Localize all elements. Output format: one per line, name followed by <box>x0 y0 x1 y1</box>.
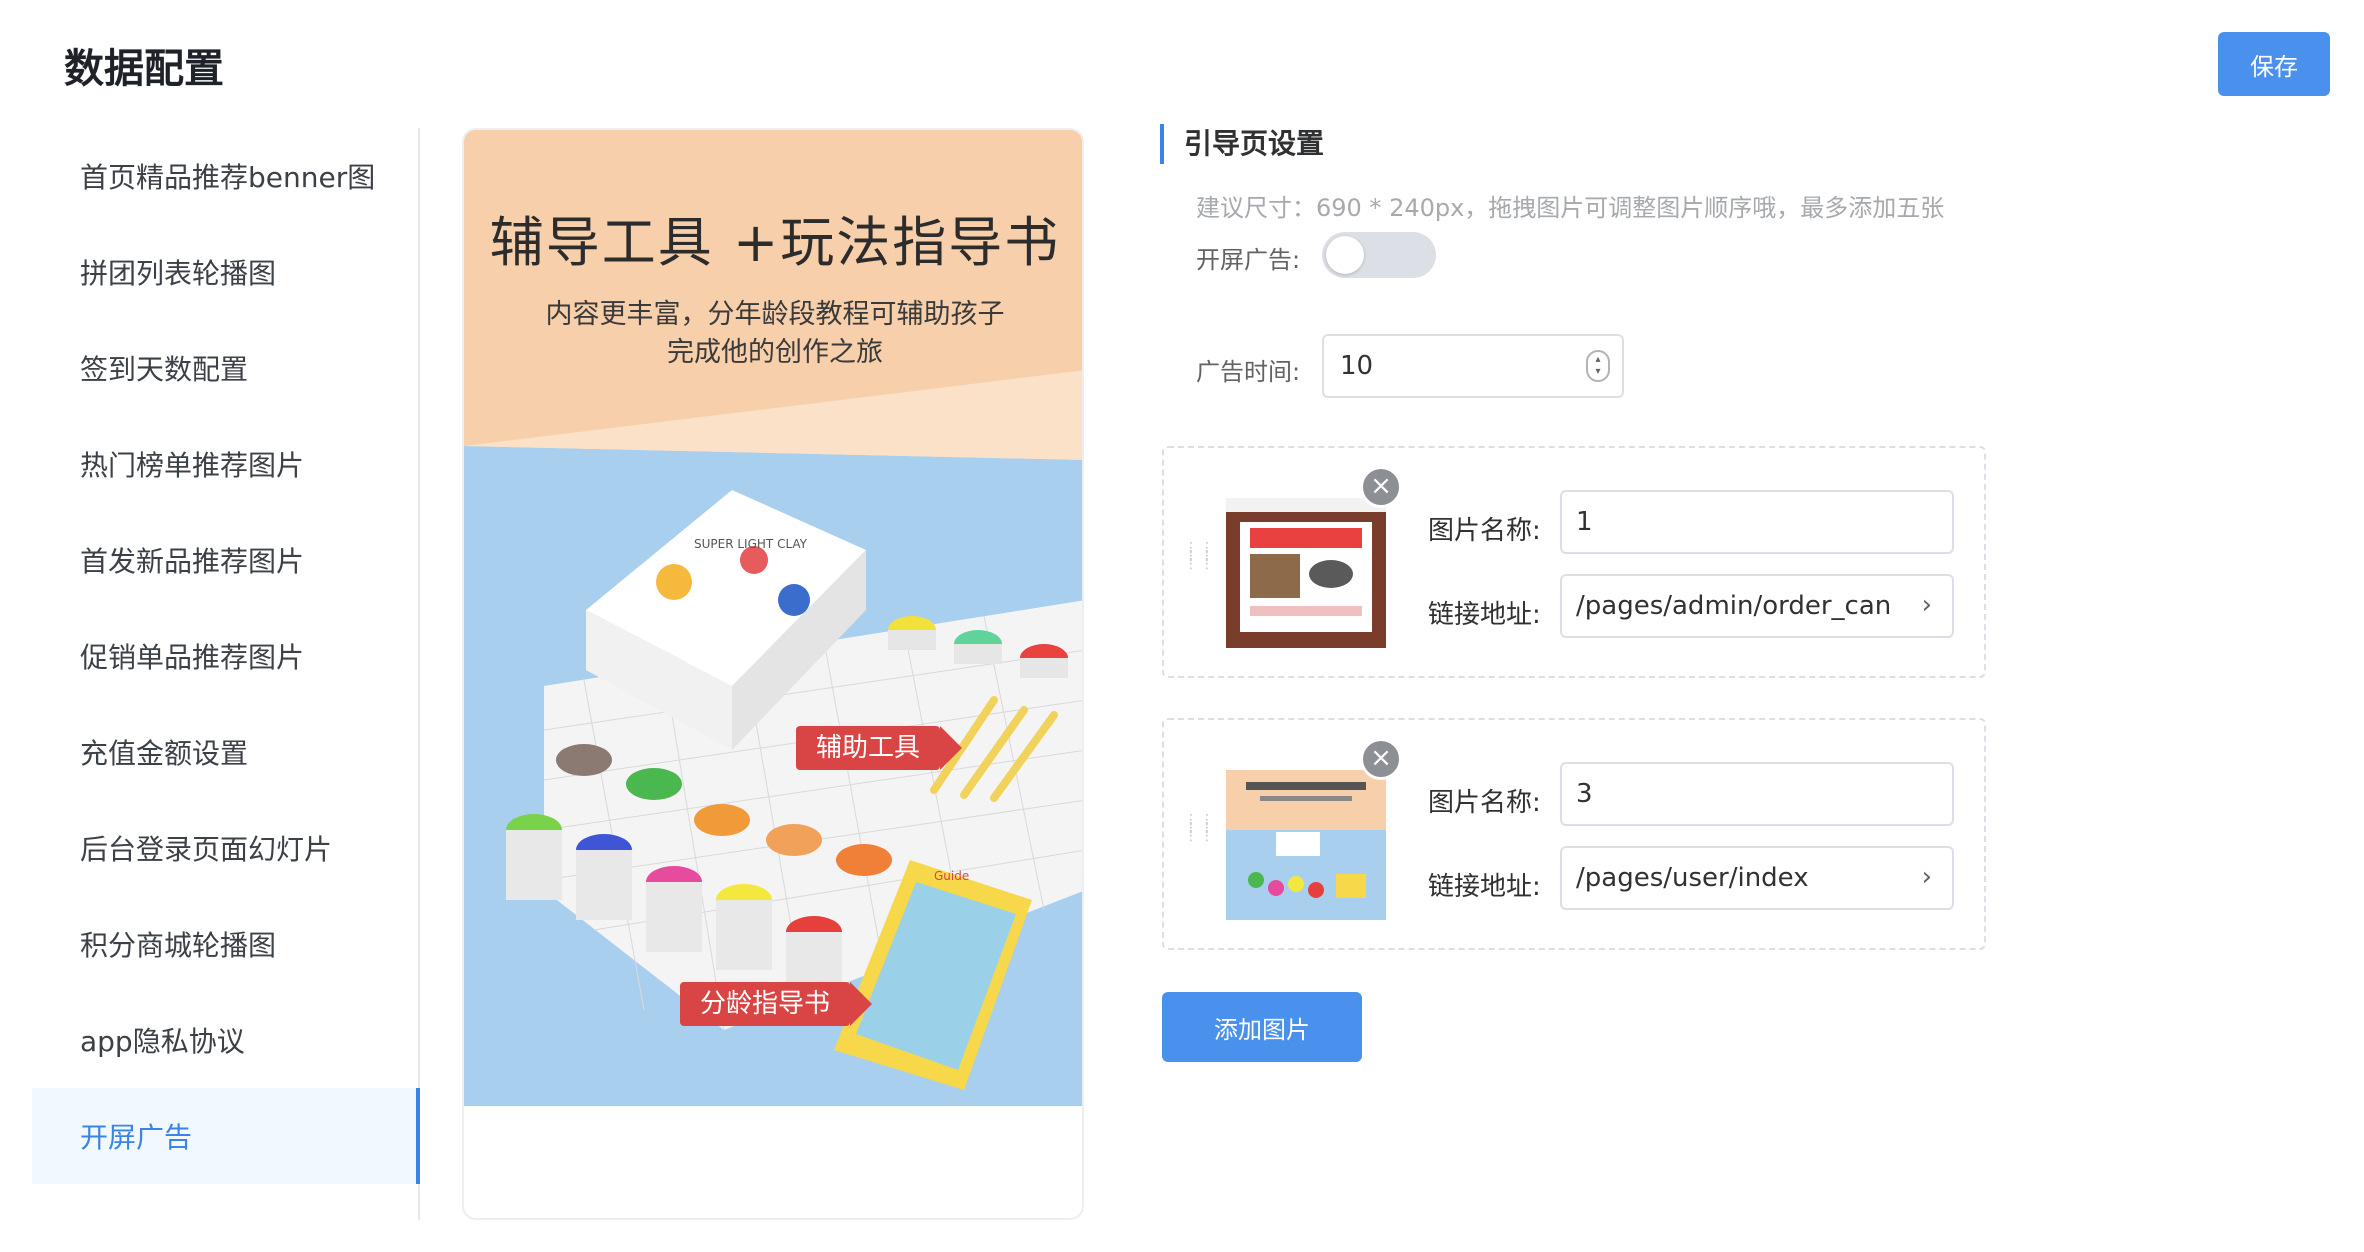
phone-preview: SUPER LIGHT CLAY Guide 辅导工具 +玩法指导书 内容更丰富… <box>462 128 1084 1220</box>
image-name-input-2[interactable] <box>1562 764 1952 824</box>
poster-subtitle-1: 内容更丰富，分年龄段教程可辅助孩子 <box>545 299 1005 330</box>
size-hint: 建议尺寸：690 * 240px，拖拽图片可调整图片顺序哦，最多添加五张 <box>1196 194 1945 222</box>
sidebar: 首页精品推荐benner图 拼团列表轮播图 签到天数配置 热门榜单推荐图片 首发… <box>32 128 420 1220</box>
drag-handle-icon[interactable]: ⋮⋮ ⋮⋮ ⋮⋮ <box>1184 541 1214 592</box>
section-title: 引导页设置 <box>1160 124 1324 164</box>
sidebar-item-splash-ad[interactable]: 开屏广告 <box>32 1088 420 1184</box>
sidebar-item-privacy[interactable]: app隐私协议 <box>32 992 418 1088</box>
image-card-2: ⋮⋮⋮⋮⋮⋮ × 图片名称: 链接地址: /pages/user/index › <box>1162 718 1986 950</box>
sidebar-item-home-banner[interactable]: 首页精品推荐benner图 <box>32 128 418 224</box>
drag-handle-icon[interactable]: ⋮⋮ ⋮⋮ ⋮⋮ <box>1184 813 1214 864</box>
image-thumbnail-1 <box>1226 498 1386 648</box>
sidebar-item-recharge[interactable]: 充值金额设置 <box>32 704 418 800</box>
tag-tools: 辅助工具 <box>796 726 963 770</box>
book-text: Guide <box>934 869 969 883</box>
stepper-arrows-icon[interactable]: ▴ ▾ <box>1586 350 1610 382</box>
chevron-right-icon: › <box>1921 590 1932 620</box>
link-value-2: /pages/user/index <box>1576 863 1809 893</box>
ad-time-label: 广告时间: <box>1196 358 1301 386</box>
tag-guide: 分龄指导书 <box>680 982 873 1026</box>
image-name-label: 图片名称: <box>1428 516 1541 546</box>
toggle-knob <box>1326 236 1364 274</box>
splash-toggle[interactable] <box>1322 232 1436 278</box>
link-label: 链接地址: <box>1428 600 1541 630</box>
sidebar-item-promotion[interactable]: 促销单品推荐图片 <box>32 608 418 704</box>
ad-time-input[interactable] <box>1324 336 1574 396</box>
image-name-label: 图片名称: <box>1428 788 1541 818</box>
box-text: SUPER LIGHT CLAY <box>694 537 808 551</box>
splash-preview-image: SUPER LIGHT CLAY Guide 辅导工具 +玩法指导书 内容更丰富… <box>464 130 1082 1106</box>
close-icon[interactable]: × <box>1360 466 1402 508</box>
poster-title: 辅导工具 +玩法指导书 <box>489 211 1061 274</box>
sidebar-item-points-carousel[interactable]: 积分商城轮播图 <box>32 896 418 992</box>
save-button[interactable]: 保存 <box>2218 32 2330 96</box>
image-card-1: ⋮⋮⋮⋮⋮⋮ × 图片名称: 链接地址: /pages/admin/order_… <box>1162 446 1986 678</box>
sidebar-item-checkin-days[interactable]: 签到天数配置 <box>32 320 418 416</box>
close-icon[interactable]: × <box>1360 738 1402 780</box>
page-title: 数据配置 <box>64 46 224 92</box>
ad-time-stepper: ▴▾ <box>1322 334 1624 398</box>
sidebar-item-hot-list[interactable]: 热门榜单推荐图片 <box>32 416 418 512</box>
image-name-field-2 <box>1560 762 1954 826</box>
poster-subtitle-2: 完成他的创作之旅 <box>667 337 883 368</box>
image-name-field-1 <box>1560 490 1954 554</box>
link-value-1: /pages/admin/order_cancellation/index <box>1576 591 1892 621</box>
sidebar-item-group-carousel[interactable]: 拼团列表轮播图 <box>32 224 418 320</box>
sidebar-item-login-slides[interactable]: 后台登录页面幻灯片 <box>32 800 418 896</box>
chevron-right-icon: › <box>1921 862 1932 892</box>
link-label: 链接地址: <box>1428 872 1541 902</box>
link-field-1[interactable]: /pages/admin/order_cancellation/index › <box>1560 574 1954 638</box>
add-image-button[interactable]: 添加图片 <box>1162 992 1362 1062</box>
image-thumbnail-2 <box>1226 770 1386 920</box>
sidebar-item-new-products[interactable]: 首发新品推荐图片 <box>32 512 418 608</box>
image-name-input-1[interactable] <box>1562 492 1952 552</box>
splash-label: 开屏广告: <box>1196 246 1301 274</box>
link-field-2[interactable]: /pages/user/index › <box>1560 846 1954 910</box>
